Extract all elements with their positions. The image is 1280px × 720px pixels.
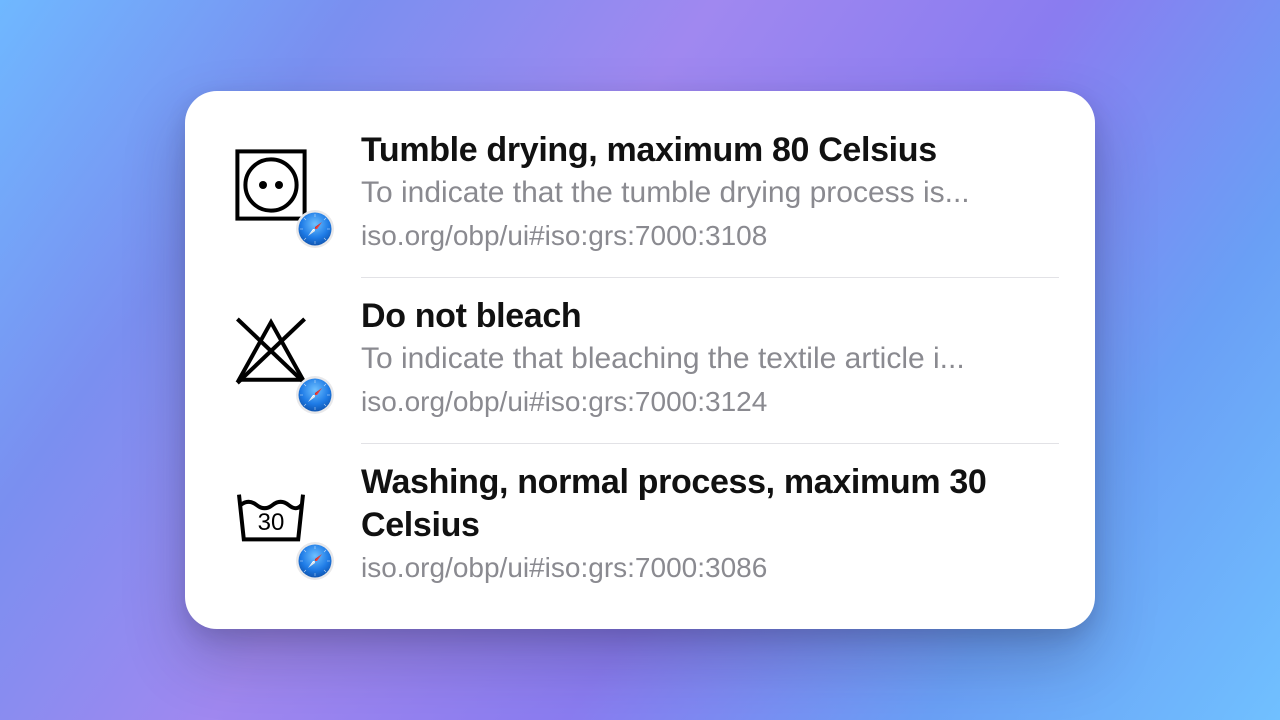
- result-row[interactable]: Tumble drying, maximum 80 Celsius To ind…: [221, 111, 1059, 277]
- result-meta: Washing, normal process, maximum 30 Cels…: [361, 461, 1059, 587]
- result-thumbnail: [221, 301, 321, 401]
- result-row[interactable]: Do not bleach To indicate that bleaching…: [221, 277, 1059, 443]
- safari-icon: [295, 541, 335, 581]
- svg-text:30: 30: [258, 509, 285, 536]
- result-description: To indicate that bleaching the textile a…: [361, 339, 1059, 380]
- result-url: iso.org/obp/ui#iso:grs:7000:3108: [361, 216, 1059, 255]
- result-url: iso.org/obp/ui#iso:grs:7000:3124: [361, 382, 1059, 421]
- result-title: Washing, normal process, maximum 30 Cels…: [361, 461, 1059, 546]
- safari-icon: [295, 209, 335, 249]
- result-description: To indicate that the tumble drying proce…: [361, 173, 1059, 214]
- result-meta: Tumble drying, maximum 80 Celsius To ind…: [361, 129, 1059, 255]
- result-title: Do not bleach: [361, 295, 1059, 338]
- safari-icon: [295, 375, 335, 415]
- search-results-panel: Tumble drying, maximum 80 Celsius To ind…: [185, 91, 1095, 630]
- result-meta: Do not bleach To indicate that bleaching…: [361, 295, 1059, 421]
- result-thumbnail: 30: [221, 467, 321, 567]
- result-row[interactable]: 30 Washing, normal process, maximum 30 C…: [221, 443, 1059, 609]
- result-thumbnail: [221, 135, 321, 235]
- result-title: Tumble drying, maximum 80 Celsius: [361, 129, 1059, 172]
- result-url: iso.org/obp/ui#iso:grs:7000:3086: [361, 548, 1059, 587]
